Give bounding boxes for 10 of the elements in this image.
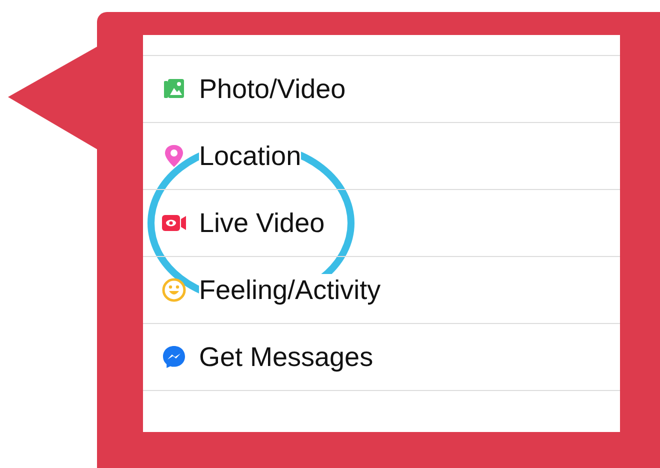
menu-item[interactable]: Photo/Video	[143, 56, 620, 123]
photo-icon	[163, 78, 185, 100]
location-pin-icon	[163, 144, 185, 168]
menu-item[interactable]: Location	[143, 123, 620, 190]
smiley-icon	[162, 278, 186, 302]
menu-item[interactable]: Live Video	[143, 190, 620, 257]
messenger-icon	[162, 345, 186, 369]
video-camera-icon	[162, 213, 186, 233]
menu-item[interactable]: Feeling/Activity	[143, 257, 620, 324]
menu-item[interactable]: Get Messages	[143, 324, 620, 391]
